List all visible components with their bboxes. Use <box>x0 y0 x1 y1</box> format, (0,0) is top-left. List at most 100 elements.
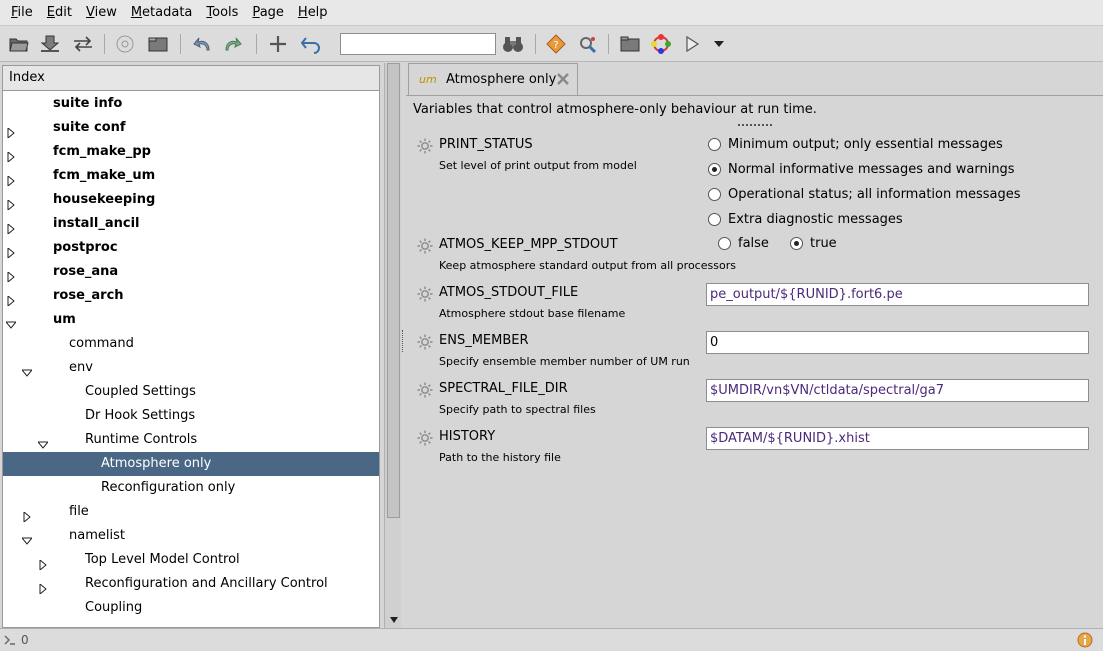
tree-row[interactable]: fcm_make_um <box>3 164 379 188</box>
menu-help[interactable]: Help <box>291 0 335 26</box>
radio-button[interactable] <box>718 237 731 250</box>
tree-row[interactable]: Top Level Model Control <box>3 548 379 572</box>
tree-row[interactable]: postproc <box>3 236 379 260</box>
index-header[interactable]: Index <box>2 65 380 91</box>
info-icon[interactable] <box>1077 632 1093 648</box>
menu-file[interactable]: File <box>4 0 40 26</box>
var-description: Atmosphere stdout base filename <box>439 307 626 320</box>
expand-arrow-icon[interactable] <box>6 195 16 212</box>
folder-icon[interactable] <box>145 32 171 56</box>
gear-icon[interactable] <box>416 381 434 399</box>
error-status-icon[interactable] <box>3 633 17 647</box>
expand-arrow-icon[interactable] <box>38 579 48 596</box>
expand-arrow-icon[interactable] <box>6 219 16 236</box>
radio-option[interactable]: Operational status; all information mess… <box>708 187 1021 202</box>
collapse-arrow-icon[interactable] <box>36 435 50 449</box>
close-icon[interactable] <box>555 71 571 87</box>
tree-row[interactable]: install_ancil <box>3 212 379 236</box>
radio-button[interactable] <box>708 138 721 151</box>
tree-row-label: Reconfiguration and Ancillary Control <box>85 576 328 591</box>
transform-icon[interactable] <box>575 32 601 56</box>
gear-icon[interactable] <box>416 237 434 255</box>
menu-metadata[interactable]: Metadata <box>124 0 200 26</box>
gear-icon[interactable] <box>416 285 434 303</box>
tree-row[interactable]: namelist <box>3 524 379 548</box>
undo-icon[interactable] <box>190 32 216 56</box>
collapse-arrow-icon[interactable] <box>4 315 18 329</box>
expand-arrow-icon[interactable] <box>22 507 32 524</box>
expand-arrow-icon[interactable] <box>6 243 16 260</box>
radio-option[interactable]: false <box>718 236 769 251</box>
open-folder-icon[interactable] <box>6 32 32 56</box>
menu-page[interactable]: Page <box>245 0 290 26</box>
tree-row[interactable]: rose_arch <box>3 284 379 308</box>
menu-edit[interactable]: Edit <box>40 0 79 26</box>
tree-row-label: Runtime Controls <box>85 432 198 447</box>
scroll-down-arrow-icon[interactable] <box>387 614 400 626</box>
tree-row[interactable]: Coupled Settings <box>3 380 379 404</box>
tree-row[interactable]: env <box>3 356 379 380</box>
dropdown-icon[interactable] <box>706 32 732 56</box>
scrollbar-thumb[interactable] <box>387 63 400 518</box>
radio-option[interactable]: Normal informative messages and warnings <box>708 162 1015 177</box>
menu-tools[interactable]: Tools <box>199 0 245 26</box>
radio-option[interactable]: Minimum output; only essential messages <box>708 137 1003 152</box>
tree-row[interactable]: Runtime Controls <box>3 428 379 452</box>
tree-row[interactable]: file <box>3 500 379 524</box>
menu-view[interactable]: View <box>79 0 124 26</box>
var-name: HISTORY <box>439 429 496 444</box>
tree-row[interactable]: rose_ana <box>3 260 379 284</box>
expand-arrow-icon[interactable] <box>6 267 16 284</box>
expand-arrow-icon[interactable] <box>6 171 16 188</box>
find-icon[interactable] <box>112 32 138 56</box>
expand-arrow-icon[interactable] <box>38 555 48 572</box>
expand-arrow-icon[interactable] <box>6 147 16 164</box>
text-field[interactable]: $UMDIR/vn$VN/ctldata/spectral/ga7 <box>706 379 1089 402</box>
radio-button[interactable] <box>708 163 721 176</box>
run-icon[interactable] <box>679 32 705 56</box>
var-name: ATMOS_KEEP_MPP_STDOUT <box>439 237 618 252</box>
index-scrollbar[interactable] <box>384 63 401 628</box>
transfer-icon[interactable] <box>70 32 96 56</box>
tree-row-label: Top Level Model Control <box>85 552 240 567</box>
tree-row-label: fcm_make_um <box>53 168 156 183</box>
expand-arrow-icon[interactable] <box>6 291 16 308</box>
text-field[interactable]: $DATAM/${RUNID}.xhist <box>706 427 1089 450</box>
gear-icon[interactable] <box>416 429 434 447</box>
tree-row[interactable]: command <box>3 332 379 356</box>
text-field[interactable]: pe_output/${RUNID}.fort6.pe <box>706 283 1089 306</box>
radio-option[interactable]: Extra diagnostic messages <box>708 212 903 227</box>
tree-row[interactable]: Atmosphere only <box>3 452 379 476</box>
tree-row[interactable]: Coupling <box>3 596 379 620</box>
gear-icon[interactable] <box>416 137 434 155</box>
load-icon[interactable] <box>37 32 63 56</box>
tree-row[interactable]: fcm_make_pp <box>3 140 379 164</box>
graph-icon[interactable] <box>648 32 674 56</box>
macro-icon[interactable]: ? <box>543 32 569 56</box>
pane-splitter[interactable] <box>402 330 405 352</box>
radio-button[interactable] <box>790 237 803 250</box>
redo-icon[interactable] <box>219 32 245 56</box>
radio-button[interactable] <box>708 188 721 201</box>
tab-atmosphere-only[interactable]: um Atmosphere only <box>408 63 578 95</box>
tree-row[interactable]: Reconfiguration and Ancillary Control <box>3 572 379 596</box>
collapse-arrow-icon[interactable] <box>20 531 34 545</box>
tree-row[interactable]: um <box>3 308 379 332</box>
tree-row[interactable]: suite info <box>3 92 379 116</box>
gear-icon[interactable] <box>416 333 434 351</box>
tree-row[interactable]: suite conf <box>3 116 379 140</box>
text-field[interactable]: 0 <box>706 331 1089 354</box>
collapse-arrow-icon[interactable] <box>20 363 34 377</box>
tree-row[interactable]: Reconfiguration only <box>3 476 379 500</box>
radio-option[interactable]: true <box>790 236 837 251</box>
expand-arrow-icon[interactable] <box>6 123 16 140</box>
tree-row[interactable]: Dr Hook Settings <box>3 404 379 428</box>
menu-metadata-label: etadata <box>142 4 193 20</box>
browse-icon[interactable] <box>617 32 643 56</box>
tree-row[interactable]: housekeeping <box>3 188 379 212</box>
add-icon[interactable] <box>265 32 291 56</box>
binoculars-icon[interactable] <box>500 32 526 56</box>
radio-button[interactable] <box>708 213 721 226</box>
toolbar-search-input[interactable] <box>340 33 496 55</box>
revert-icon[interactable] <box>298 32 324 56</box>
